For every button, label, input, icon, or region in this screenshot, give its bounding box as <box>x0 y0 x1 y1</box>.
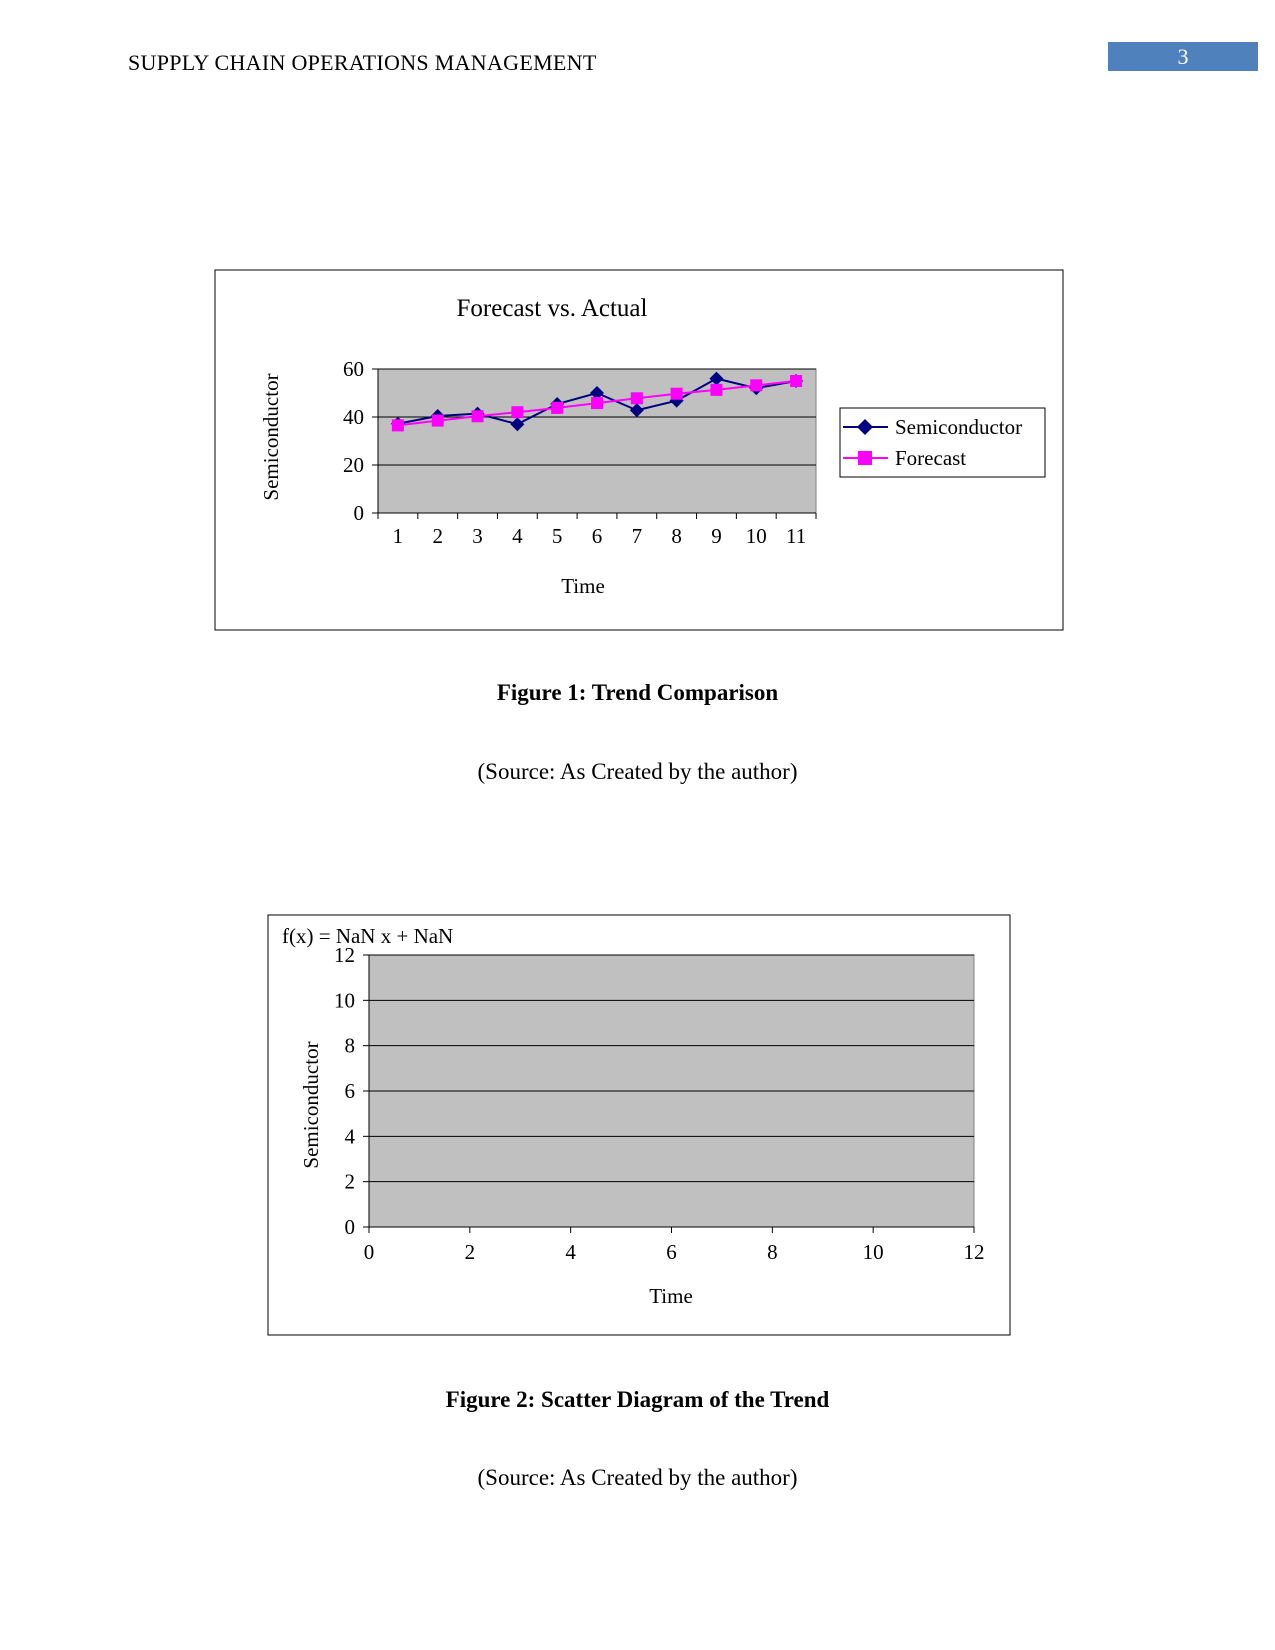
legend-semiconductor: Semiconductor <box>895 415 1022 439</box>
x-tick-label: 8 <box>767 1240 778 1264</box>
data-point-forecast <box>670 387 683 400</box>
chart-1-legend: Semiconductor Forecast <box>839 407 1046 478</box>
y-tick-label: 6 <box>345 1079 356 1103</box>
chart-1: Forecast vs. Actual Semiconductor Time 0… <box>214 269 1064 631</box>
chart-1-xlabel: Time <box>561 574 605 598</box>
x-tick-label: 0 <box>364 1240 375 1264</box>
data-point-forecast <box>551 401 564 414</box>
chart-2-xlabel: Time <box>649 1284 693 1308</box>
x-tick-label: 7 <box>632 524 643 548</box>
y-tick-label: 4 <box>345 1124 356 1148</box>
data-point-forecast <box>511 406 524 419</box>
x-tick-label: 8 <box>671 524 682 548</box>
legend-square-icon <box>858 451 872 465</box>
y-tick-label: 2 <box>345 1170 356 1194</box>
y-tick-label: 8 <box>345 1034 356 1058</box>
data-point-forecast <box>431 414 444 427</box>
legend-forecast: Forecast <box>895 446 966 470</box>
y-tick-label: 40 <box>343 405 364 429</box>
x-tick-label: 9 <box>711 524 722 548</box>
x-tick-label: 6 <box>666 1240 677 1264</box>
data-point-forecast <box>710 383 723 396</box>
y-tick-label: 10 <box>334 988 355 1012</box>
data-point-forecast <box>591 397 603 410</box>
x-tick-label: 12 <box>964 1240 985 1264</box>
x-tick-label: 4 <box>565 1240 576 1264</box>
data-point-forecast <box>630 392 643 405</box>
x-tick-label: 11 <box>786 524 806 548</box>
chart-1-title: Forecast vs. Actual <box>457 295 648 322</box>
y-tick-label: 0 <box>354 501 365 525</box>
x-tick-label: 3 <box>472 524 483 548</box>
x-tick-label: 1 <box>393 524 404 548</box>
figure-1-source: (Source: As Created by the author) <box>477 759 798 784</box>
y-tick-label: 12 <box>334 943 355 967</box>
x-tick-label: 10 <box>863 1240 884 1264</box>
y-tick-label: 60 <box>343 357 364 381</box>
x-tick-label: 6 <box>592 524 603 548</box>
chart-2-ylabel: Semiconductor <box>299 1041 323 1168</box>
chart-2: f(x) = NaN x + NaN Semiconductor Time 0 2… <box>267 914 1011 1336</box>
figure-1-caption: Figure 1: Trend Comparison <box>496 680 779 705</box>
y-tick-label: 20 <box>343 453 364 477</box>
x-tick-label: 2 <box>465 1240 476 1264</box>
data-point-forecast <box>790 375 803 387</box>
y-tick-label: 0 <box>345 1215 356 1239</box>
data-point-forecast <box>750 379 763 392</box>
figure-2-source: (Source: As Created by the author) <box>477 1465 798 1490</box>
chart-1-ylabel: Semiconductor <box>259 373 283 500</box>
chart-2-annotation: f(x) = NaN x + NaN <box>282 924 453 948</box>
x-tick-label: 4 <box>512 524 523 548</box>
x-tick-label: 2 <box>432 524 443 548</box>
x-tick-label: 10 <box>746 524 767 548</box>
figure-2-caption: Figure 2: Scatter Diagram of the Trend <box>445 1387 830 1412</box>
data-point-forecast <box>471 410 484 423</box>
x-tick-label: 5 <box>552 524 563 548</box>
data-point-forecast <box>391 419 404 432</box>
